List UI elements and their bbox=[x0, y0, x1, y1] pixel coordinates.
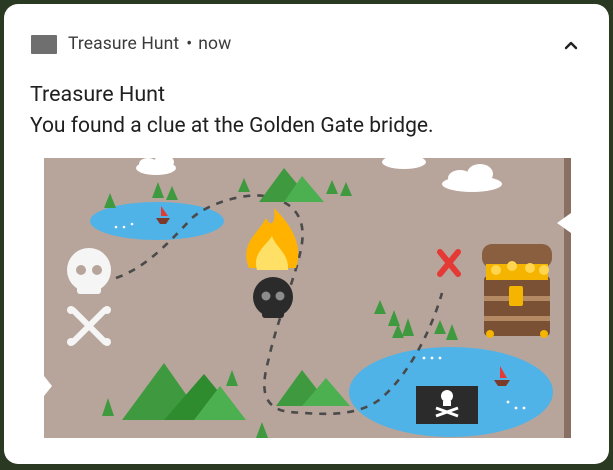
treasure-map-image[interactable] bbox=[44, 158, 571, 438]
chevron-up-icon[interactable] bbox=[560, 34, 582, 56]
treasure-chest-icon bbox=[482, 244, 552, 338]
app-name: Treasure Hunt bbox=[68, 34, 180, 54]
header-meta: Treasure Hunt • now bbox=[68, 34, 231, 54]
app-icon bbox=[31, 35, 57, 54]
map-edge bbox=[564, 158, 571, 438]
notification-time: now bbox=[198, 34, 232, 54]
header-separator: • bbox=[186, 34, 193, 54]
notification-title: Treasure Hunt bbox=[30, 82, 166, 107]
notification-card[interactable]: Treasure Hunt • now Treasure Hunt You foun… bbox=[4, 4, 609, 464]
notification-message: You found a clue at the Golden Gate brid… bbox=[30, 114, 434, 138]
cloud-icon bbox=[136, 158, 176, 175]
notification-header: Treasure Hunt • now bbox=[4, 4, 609, 64]
pirate-flag-icon bbox=[416, 386, 478, 424]
